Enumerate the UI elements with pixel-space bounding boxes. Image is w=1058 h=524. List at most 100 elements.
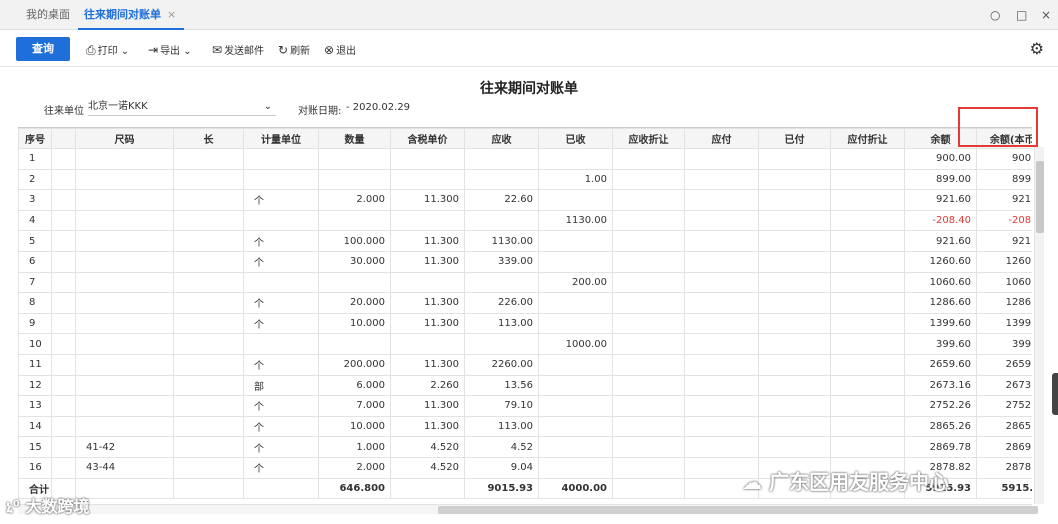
table-cell [75, 148, 174, 170]
statement-table: 序号 尺码 长 计量单位 数量 含税单价 应收 已收 应收折让 应付 已付 应付… [18, 127, 1032, 504]
table-row[interactable]: 4 1130.00 -208.40-208.40 [18, 209, 1032, 232]
table-cell: 个 [243, 250, 319, 273]
table-row[interactable]: 7 200.00 1060.601060.60 [18, 271, 1032, 294]
vertical-scrollbar[interactable] [1034, 147, 1044, 504]
tab-bar: 我的桌面 往来期间对账单 × ○ □ × [0, 0, 1058, 30]
table-cell: 5 [18, 230, 52, 252]
exit-button[interactable]: ⊗ 退出 [324, 42, 356, 57]
col-header[interactable]: 应收 [464, 128, 539, 149]
watermark-left-text: 大数跨境 [25, 497, 90, 516]
col-header-blank [51, 128, 76, 149]
col-header[interactable]: 已付 [758, 128, 831, 149]
table-row[interactable]: 8 个20.00011.300226.00 1286.601286.60 [18, 292, 1032, 314]
table-cell [318, 271, 391, 294]
table-cell: 11.300 [390, 250, 465, 273]
table-row[interactable]: 9 个10.00011.300113.00 1399.601399.60 [18, 312, 1032, 335]
table-cell [612, 209, 685, 232]
tab-desktop[interactable]: 我的桌面 [26, 0, 70, 30]
table-cell: 113.00 [464, 312, 539, 335]
search-icon[interactable]: ○ [990, 8, 1000, 22]
col-header[interactable]: 尺码 [75, 128, 174, 149]
table-cell [75, 230, 174, 252]
table-cell: 11.300 [390, 312, 465, 335]
table-cell [243, 477, 319, 500]
col-header[interactable]: 含税单价 [390, 128, 465, 149]
table-cell [538, 456, 613, 479]
export-button[interactable]: ⇥ 导出 ⌄ [148, 42, 192, 57]
col-header[interactable]: 应收折让 [612, 128, 685, 149]
table-cell [538, 189, 613, 211]
table-cell: 1.000 [318, 436, 391, 458]
table-cell: 200.00 [538, 271, 613, 294]
unit-label: 往来单位 [44, 106, 84, 117]
table-cell [612, 148, 685, 170]
blank-cell [51, 353, 76, 376]
table-cell [612, 374, 685, 397]
table-cell [75, 374, 174, 397]
col-header[interactable]: 应付折让 [830, 128, 905, 149]
table-cell [75, 333, 174, 355]
table-cell: 2.260 [390, 374, 465, 397]
print-button[interactable]: ⎙ 打印 ⌄ [86, 42, 129, 58]
col-header[interactable]: 计量单位 [243, 128, 319, 149]
table-cell: -208.40 [904, 209, 977, 232]
table-row[interactable]: 14 个10.00011.300113.00 2865.262865.26 [18, 415, 1032, 438]
table-cell: 2673.16 [976, 374, 1032, 397]
query-button[interactable]: 查询 [16, 37, 70, 61]
table-cell [612, 230, 685, 252]
table-row[interactable]: 15 41-42 个1.0004.5204.52 2869.782869.78 [18, 436, 1032, 458]
table-cell [612, 168, 685, 191]
scroll-thumb[interactable] [1036, 161, 1044, 233]
gear-icon[interactable]: ⚙ [1030, 39, 1044, 58]
table-row[interactable]: 6 个30.00011.300339.00 1260.601260.60 [18, 250, 1032, 273]
table-cell [173, 312, 244, 335]
table-row[interactable]: 5 个100.00011.3001130.00 921.60921.60 [18, 230, 1032, 252]
table-cell [464, 209, 539, 232]
chevron-down-icon: ⌄ [120, 46, 130, 57]
table-cell: 5915.93 [976, 477, 1032, 500]
table-row[interactable]: 10 1000.00 399.60399.60 [18, 333, 1032, 355]
table-row[interactable]: 1 900.00900.00 [18, 148, 1032, 170]
table-cell [173, 333, 244, 355]
table-cell [684, 353, 759, 376]
table-cell [390, 271, 465, 294]
col-header[interactable]: 已收 [538, 128, 613, 149]
table-cell: 20.000 [318, 292, 391, 314]
table-cell [830, 209, 905, 232]
close-tab-icon[interactable]: × [167, 8, 176, 21]
send-mail-button[interactable]: ✉ 发送邮件 [212, 42, 264, 57]
table-row[interactable]: 2 1.00 899.00899.00 [18, 168, 1032, 191]
table-cell: 4000.00 [538, 477, 613, 500]
tab-statement[interactable]: 往来期间对账单 × [78, 0, 185, 30]
table-row[interactable]: 12 部6.0002.26013.56 2673.162673.16 [18, 374, 1032, 397]
close-window-icon[interactable]: × [1041, 8, 1051, 22]
maximize-icon[interactable]: □ [1016, 8, 1027, 22]
col-header[interactable]: 应付 [684, 128, 759, 149]
table-row[interactable]: 11 个200.00011.3002260.00 2659.602659.60 [18, 353, 1032, 376]
table-cell [612, 395, 685, 417]
table-cell: 13.56 [464, 374, 539, 397]
table-cell [318, 148, 391, 170]
unit-select[interactable]: 北京一诺KKK ⌄ [88, 98, 276, 116]
table-cell: 226.00 [464, 292, 539, 314]
refresh-button[interactable]: ↻ 刷新 [278, 42, 310, 57]
table-row[interactable]: 13 个7.00011.30079.10 2752.262752.26 [18, 395, 1032, 417]
report-title: 往来期间对账单 [480, 81, 578, 97]
table-cell: 11.300 [390, 353, 465, 376]
col-header[interactable]: 数量 [318, 128, 391, 149]
col-header[interactable]: 长 [173, 128, 244, 149]
table-cell: 部 [243, 374, 319, 397]
scroll-thumb[interactable] [438, 506, 1038, 514]
side-panel-handle[interactable] [1052, 373, 1058, 415]
table-cell: 1.00 [538, 168, 613, 191]
table-cell [173, 292, 244, 314]
table-cell: 646.800 [318, 477, 391, 500]
table-cell [830, 374, 905, 397]
table-row[interactable]: 3 个2.00011.30022.60 921.60921.60 [18, 189, 1032, 211]
blank-cell [51, 415, 76, 438]
table-cell: 4.520 [390, 436, 465, 458]
col-header[interactable]: 序号 [18, 128, 52, 149]
table-cell: 41-42 [75, 436, 174, 458]
blank-cell [51, 189, 76, 211]
horizontal-scrollbar[interactable] [18, 504, 1038, 514]
